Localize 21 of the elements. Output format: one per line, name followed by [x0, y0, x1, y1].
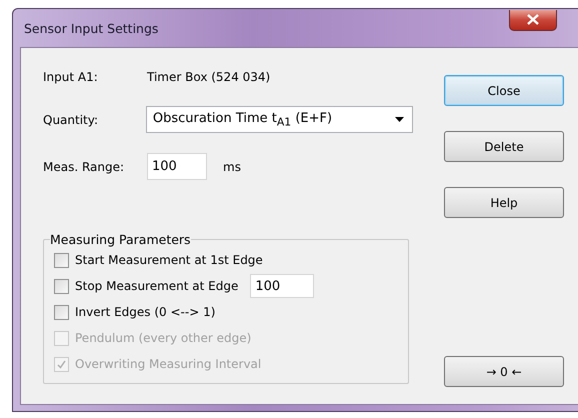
checkmark-icon: [57, 360, 66, 368]
input-label: Input A1:: [43, 70, 99, 84]
group-title: Measuring Parameters: [50, 232, 191, 247]
dialog-button[interactable]: Delete: [444, 131, 564, 162]
close-icon: [527, 14, 539, 25]
dialog-button[interactable]: Close: [444, 75, 564, 106]
dropdown-arrow-icon: [395, 117, 404, 122]
unit-label: ms: [223, 160, 241, 174]
range-label: Meas. Range:: [43, 160, 126, 174]
dialog-button[interactable]: Help: [444, 187, 564, 218]
option-checkbox[interactable]: Invert Edges (0 <--> 1): [54, 299, 216, 325]
zero-button[interactable]: → 0 ←: [444, 356, 564, 387]
quantity-dropdown[interactable]: Obscuration Time t$_{A1}$ (E+F): [146, 106, 413, 133]
option-checkbox[interactable]: Stop Measurement at Edge: [54, 273, 238, 299]
edge-field[interactable]: 100: [250, 274, 314, 298]
range-field[interactable]: 100: [147, 153, 207, 180]
option-checkbox[interactable]: Start Measurement at 1st Edge: [54, 247, 263, 273]
quantity-label: Quantity:: [43, 112, 100, 126]
close-button[interactable]: [509, 10, 557, 30]
window-title: Sensor Input Settings: [24, 20, 158, 36]
input-value: Timer Box (524 034): [147, 70, 270, 84]
